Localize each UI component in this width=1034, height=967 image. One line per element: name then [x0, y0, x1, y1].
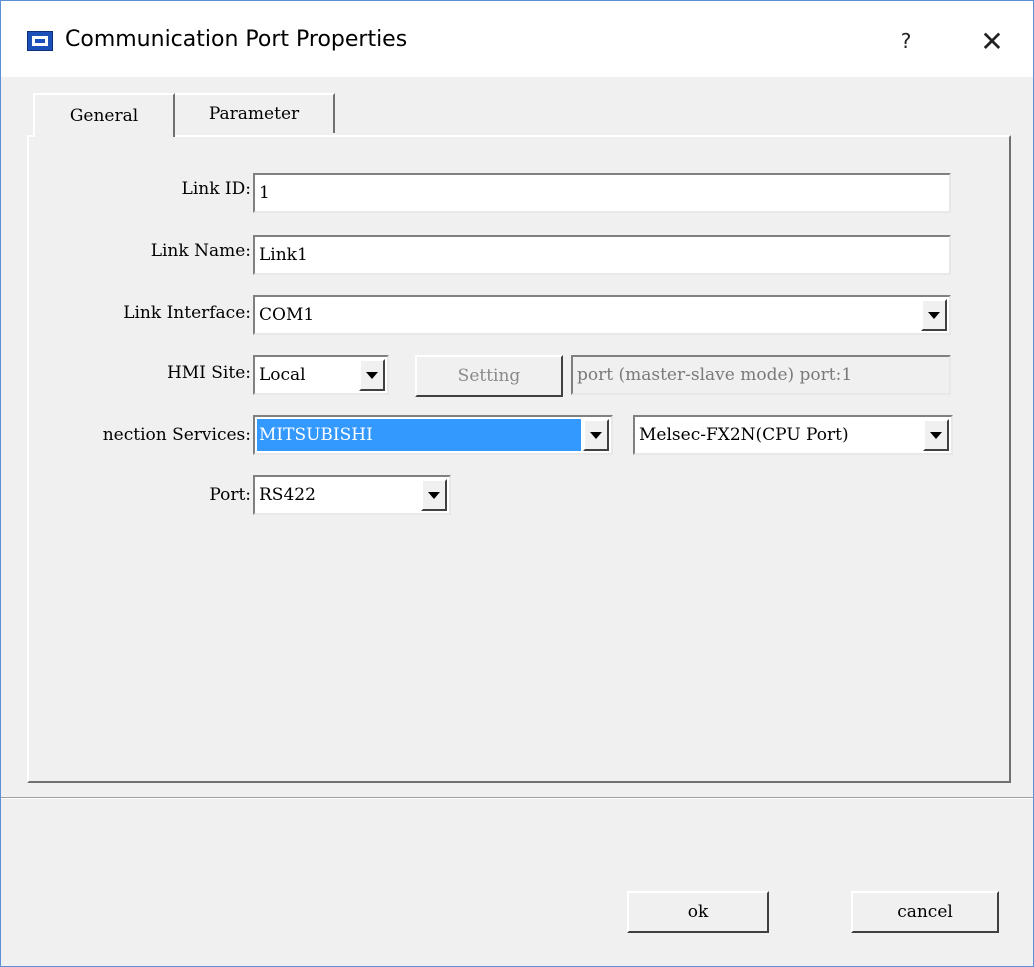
dialog-window: Communication Port Properties ? ✕ Genera… — [0, 0, 1034, 967]
help-button[interactable]: ? — [883, 19, 929, 63]
port-value: RS422 — [259, 485, 316, 505]
device-combo[interactable]: Melsec-FX2N(CPU Port) — [633, 415, 953, 455]
window-title: Communication Port Properties — [65, 27, 408, 52]
hmi-site-combo[interactable]: Local — [253, 355, 389, 395]
vendor-value: MITSUBISHI — [257, 419, 581, 451]
link-interface-value: COM1 — [259, 305, 315, 325]
setting-button[interactable]: Setting — [415, 355, 563, 397]
general-tab-panel — [27, 135, 1011, 783]
link-interface-combo[interactable]: COM1 — [253, 295, 951, 335]
tab-general[interactable]: General — [33, 93, 175, 137]
connection-services-label: nection Services: — [102, 425, 251, 445]
chevron-down-icon[interactable] — [359, 359, 385, 391]
link-name-label: Link Name: — [150, 241, 251, 261]
port-label: Port: — [209, 485, 251, 505]
close-button[interactable]: ✕ — [969, 19, 1015, 63]
vendor-combo[interactable]: MITSUBISHI — [253, 415, 613, 455]
port-info-field[interactable]: port (master-slave mode) port:1 — [571, 355, 951, 395]
hmi-site-value: Local — [259, 365, 306, 385]
link-id-label: Link ID: — [181, 179, 251, 199]
chevron-down-icon[interactable] — [923, 419, 949, 451]
link-name-field[interactable]: Link1 — [253, 235, 951, 275]
hmi-app-icon — [27, 31, 53, 51]
chevron-down-icon[interactable] — [421, 479, 447, 511]
hmi-site-label: HMI Site: — [166, 363, 251, 383]
link-interface-label: Link Interface: — [123, 303, 251, 323]
ok-button[interactable]: ok — [627, 891, 769, 933]
tab-parameter[interactable]: Parameter — [175, 93, 335, 133]
chevron-down-icon[interactable] — [921, 299, 947, 331]
cancel-button[interactable]: cancel — [851, 891, 999, 933]
port-combo[interactable]: RS422 — [253, 475, 451, 515]
chevron-down-icon[interactable] — [583, 419, 609, 451]
device-value: Melsec-FX2N(CPU Port) — [639, 425, 849, 445]
link-id-field[interactable]: 1 — [253, 173, 951, 213]
title-bar: Communication Port Properties ? ✕ — [1, 1, 1033, 77]
footer-divider — [1, 797, 1033, 799]
